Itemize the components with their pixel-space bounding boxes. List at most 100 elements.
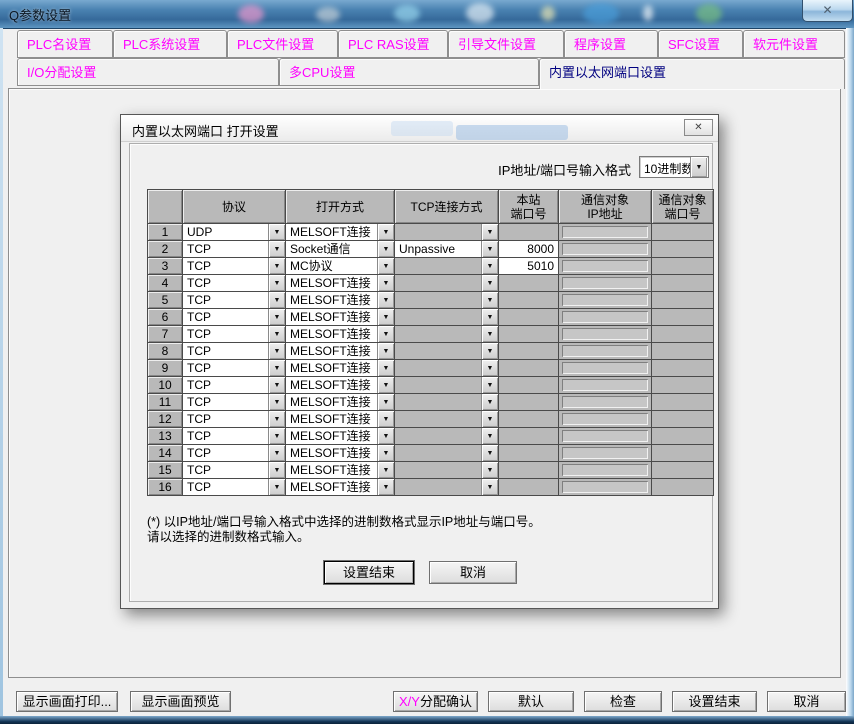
tab-内置以太网端口设置[interactable]: 内置以太网端口设置 bbox=[539, 58, 845, 89]
chevron-down-icon[interactable]: ▼ bbox=[268, 479, 285, 495]
tab-引导文件设置[interactable]: 引导文件设置 bbox=[448, 30, 564, 58]
chevron-down-icon[interactable]: ▼ bbox=[377, 224, 394, 240]
protocol-dropdown[interactable]: TCP▼ bbox=[183, 428, 286, 445]
tcp-connection-dropdown[interactable]: ▼ bbox=[395, 326, 499, 343]
cancel-button[interactable]: 取消 bbox=[767, 691, 846, 712]
protocol-dropdown[interactable]: TCP▼ bbox=[183, 479, 286, 496]
tab-PLC名设置[interactable]: PLC名设置 bbox=[17, 30, 113, 58]
chevron-down-icon[interactable]: ▼ bbox=[377, 462, 394, 478]
tcp-connection-dropdown[interactable]: ▼ bbox=[395, 445, 499, 462]
tcp-connection-dropdown[interactable]: Unpassive▼ bbox=[395, 241, 499, 258]
protocol-dropdown[interactable]: TCP▼ bbox=[183, 377, 286, 394]
chevron-down-icon[interactable]: ▼ bbox=[377, 326, 394, 342]
chevron-down-icon[interactable]: ▼ bbox=[481, 292, 498, 308]
chevron-down-icon[interactable]: ▼ bbox=[377, 343, 394, 359]
protocol-dropdown[interactable]: TCP▼ bbox=[183, 292, 286, 309]
chevron-down-icon[interactable]: ▼ bbox=[268, 292, 285, 308]
protocol-dropdown[interactable]: TCP▼ bbox=[183, 258, 286, 275]
input-format-combobox[interactable]: 10进制数 ▼ bbox=[639, 156, 709, 178]
protocol-dropdown[interactable]: TCP▼ bbox=[183, 309, 286, 326]
chevron-down-icon[interactable]: ▼ bbox=[377, 360, 394, 376]
xy-assignment-check-button[interactable]: X/Y分配确认 bbox=[393, 691, 478, 712]
chevron-down-icon[interactable]: ▼ bbox=[268, 326, 285, 342]
chevron-down-icon[interactable]: ▼ bbox=[268, 411, 285, 427]
open-method-dropdown[interactable]: MELSOFT连接▼ bbox=[286, 292, 395, 309]
local-port-cell[interactable]: 5010 bbox=[499, 258, 559, 275]
chevron-down-icon[interactable]: ▼ bbox=[481, 275, 498, 291]
setting-end-button[interactable]: 设置结束 bbox=[672, 691, 757, 712]
tcp-connection-dropdown[interactable]: ▼ bbox=[395, 224, 499, 241]
tcp-connection-dropdown[interactable]: ▼ bbox=[395, 258, 499, 275]
chevron-down-icon[interactable]: ▼ bbox=[377, 479, 394, 495]
tab-多CPU设置[interactable]: 多CPU设置 bbox=[279, 58, 539, 86]
protocol-dropdown[interactable]: TCP▼ bbox=[183, 394, 286, 411]
open-method-dropdown[interactable]: MELSOFT连接▼ bbox=[286, 224, 395, 241]
chevron-down-icon[interactable]: ▼ bbox=[690, 157, 707, 177]
chevron-down-icon[interactable]: ▼ bbox=[481, 258, 498, 274]
chevron-down-icon[interactable]: ▼ bbox=[481, 394, 498, 410]
chevron-down-icon[interactable]: ▼ bbox=[377, 258, 394, 274]
tab-SFC设置[interactable]: SFC设置 bbox=[658, 30, 743, 58]
chevron-down-icon[interactable]: ▼ bbox=[481, 377, 498, 393]
chevron-down-icon[interactable]: ▼ bbox=[377, 309, 394, 325]
tab-软元件设置[interactable]: 软元件设置 bbox=[743, 30, 845, 58]
tab-PLC系统设置[interactable]: PLC系统设置 bbox=[113, 30, 227, 58]
tab-I/O分配设置[interactable]: I/O分配设置 bbox=[17, 58, 279, 86]
chevron-down-icon[interactable]: ▼ bbox=[481, 309, 498, 325]
screen-preview-button[interactable]: 显示画面预览 bbox=[130, 691, 231, 712]
tcp-connection-dropdown[interactable]: ▼ bbox=[395, 462, 499, 479]
chevron-down-icon[interactable]: ▼ bbox=[377, 241, 394, 257]
chevron-down-icon[interactable]: ▼ bbox=[481, 479, 498, 495]
tcp-connection-dropdown[interactable]: ▼ bbox=[395, 428, 499, 445]
open-method-dropdown[interactable]: MELSOFT连接▼ bbox=[286, 275, 395, 292]
open-method-dropdown[interactable]: MELSOFT连接▼ bbox=[286, 377, 395, 394]
dialog-ok-button[interactable]: 设置结束 bbox=[324, 561, 414, 584]
window-close-button[interactable]: ✕ bbox=[802, 0, 853, 22]
tcp-connection-dropdown[interactable]: ▼ bbox=[395, 360, 499, 377]
protocol-dropdown[interactable]: TCP▼ bbox=[183, 343, 286, 360]
local-port-cell[interactable]: 8000 bbox=[499, 241, 559, 258]
screen-print-button[interactable]: 显示画面打印... bbox=[16, 691, 118, 712]
default-button[interactable]: 默认 bbox=[488, 691, 574, 712]
chevron-down-icon[interactable]: ▼ bbox=[481, 445, 498, 461]
tcp-connection-dropdown[interactable]: ▼ bbox=[395, 411, 499, 428]
chevron-down-icon[interactable]: ▼ bbox=[268, 445, 285, 461]
tcp-connection-dropdown[interactable]: ▼ bbox=[395, 292, 499, 309]
chevron-down-icon[interactable]: ▼ bbox=[268, 462, 285, 478]
chevron-down-icon[interactable]: ▼ bbox=[377, 394, 394, 410]
chevron-down-icon[interactable]: ▼ bbox=[377, 377, 394, 393]
chevron-down-icon[interactable]: ▼ bbox=[481, 241, 498, 257]
chevron-down-icon[interactable]: ▼ bbox=[377, 275, 394, 291]
protocol-dropdown[interactable]: TCP▼ bbox=[183, 360, 286, 377]
open-method-dropdown[interactable]: MELSOFT连接▼ bbox=[286, 394, 395, 411]
tcp-connection-dropdown[interactable]: ▼ bbox=[395, 479, 499, 496]
open-method-dropdown[interactable]: MC协议▼ bbox=[286, 258, 395, 275]
protocol-dropdown[interactable]: TCP▼ bbox=[183, 462, 286, 479]
chevron-down-icon[interactable]: ▼ bbox=[268, 377, 285, 393]
protocol-dropdown[interactable]: TCP▼ bbox=[183, 275, 286, 292]
chevron-down-icon[interactable]: ▼ bbox=[481, 411, 498, 427]
chevron-down-icon[interactable]: ▼ bbox=[268, 241, 285, 257]
chevron-down-icon[interactable]: ▼ bbox=[481, 224, 498, 240]
open-method-dropdown[interactable]: MELSOFT连接▼ bbox=[286, 428, 395, 445]
protocol-dropdown[interactable]: TCP▼ bbox=[183, 411, 286, 428]
chevron-down-icon[interactable]: ▼ bbox=[481, 326, 498, 342]
chevron-down-icon[interactable]: ▼ bbox=[377, 445, 394, 461]
chevron-down-icon[interactable]: ▼ bbox=[377, 292, 394, 308]
chevron-down-icon[interactable]: ▼ bbox=[268, 428, 285, 444]
tcp-connection-dropdown[interactable]: ▼ bbox=[395, 377, 499, 394]
chevron-down-icon[interactable]: ▼ bbox=[268, 224, 285, 240]
chevron-down-icon[interactable]: ▼ bbox=[481, 462, 498, 478]
chevron-down-icon[interactable]: ▼ bbox=[377, 411, 394, 427]
open-method-dropdown[interactable]: MELSOFT连接▼ bbox=[286, 411, 395, 428]
chevron-down-icon[interactable]: ▼ bbox=[481, 343, 498, 359]
open-method-dropdown[interactable]: MELSOFT连接▼ bbox=[286, 326, 395, 343]
open-method-dropdown[interactable]: MELSOFT连接▼ bbox=[286, 309, 395, 326]
check-button[interactable]: 检查 bbox=[584, 691, 662, 712]
protocol-dropdown[interactable]: TCP▼ bbox=[183, 326, 286, 343]
chevron-down-icon[interactable]: ▼ bbox=[268, 394, 285, 410]
chevron-down-icon[interactable]: ▼ bbox=[481, 428, 498, 444]
protocol-dropdown[interactable]: UDP▼ bbox=[183, 224, 286, 241]
dialog-cancel-button[interactable]: 取消 bbox=[429, 561, 517, 584]
chevron-down-icon[interactable]: ▼ bbox=[268, 343, 285, 359]
